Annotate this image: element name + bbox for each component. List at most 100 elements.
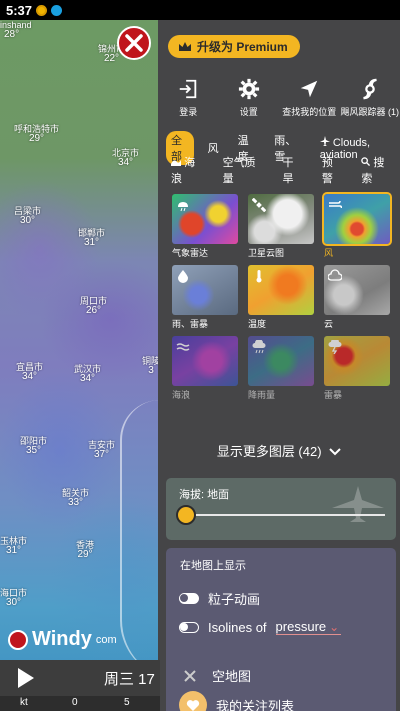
particles-row[interactable]: 粒子动画 <box>179 589 260 608</box>
altitude-panel: 海拔: 地面 <box>166 478 396 540</box>
city-label: 周口市 26° <box>80 296 108 316</box>
empty-map-label: 空地图 <box>212 669 252 684</box>
notification-icon <box>36 4 48 16</box>
isolines-toggle[interactable] <box>179 621 199 633</box>
layer-label: 气象雷达 <box>172 248 209 258</box>
layer-thumbnail <box>324 336 390 386</box>
layer-waves[interactable]: 海浪 <box>172 336 238 400</box>
layer-clouds[interactable]: 云 <box>324 265 390 329</box>
color-scale: kt 0 5 <box>0 696 160 711</box>
layer-temperature[interactable]: 温度 <box>248 265 314 329</box>
status-bar: 5:37 <box>0 0 400 20</box>
city-label: 香港 29° <box>76 540 95 560</box>
show-more-layers-label: 显示更多图层 (42) <box>216 444 322 459</box>
city-label: 邵阳市 35° <box>20 436 48 456</box>
search-icon <box>361 157 371 167</box>
windy-logo-suffix: com <box>95 633 117 646</box>
layer-thumbnail <box>172 265 238 315</box>
city-label: 武汉市 34° <box>74 364 102 384</box>
layer-label: 风 <box>324 248 334 258</box>
weather-map[interactable]: inshand 28° 锦州市 22° 呼和浩特市 29° 北京市 34° 吕梁市 30°… <box>0 20 160 711</box>
favorites-label: 我的关注列表 <box>216 698 295 711</box>
layer-wind[interactable]: 风 <box>322 192 392 258</box>
isolines-select[interactable]: pressure ⌄ <box>275 619 342 635</box>
layer-label: 卫星云图 <box>248 248 285 258</box>
windy-logo: Windy com <box>8 628 117 651</box>
city-label: 海口市 30° <box>0 588 28 608</box>
filter-warnings[interactable]: 预警 <box>317 153 347 187</box>
altitude-slider-track[interactable] <box>182 514 385 516</box>
layer-thumbnail <box>322 192 392 246</box>
find-location-label: 查找我的位置 <box>282 107 337 117</box>
play-button[interactable] <box>18 668 34 688</box>
premium-label: 升级为 Premium <box>197 40 288 54</box>
login-label: 登录 <box>179 107 198 117</box>
empty-map-row[interactable]: 空地图 <box>179 666 251 685</box>
layers-menu: 升级为 Premium 登录 设置 查找我的位置 飓风跟踪器 (1) 全部 风 … <box>158 20 400 711</box>
timeline-bar: 周三 17 <box>0 660 160 696</box>
layer-label: 云 <box>324 319 334 329</box>
layer-thumbnail <box>248 265 314 315</box>
isolines-row[interactable]: Isolines of pressure ⌄ <box>179 619 342 635</box>
premium-button[interactable]: 升级为 Premium <box>168 35 300 58</box>
layer-label: 雷暴 <box>324 390 343 400</box>
hurricane-tracker-label: 飓风跟踪器 (1) <box>340 107 399 117</box>
close-icon <box>184 669 196 682</box>
layer-label: 温度 <box>248 319 267 329</box>
hurricane-tracker-button[interactable]: 飓风跟踪器 (1) <box>340 78 400 118</box>
timeline-day[interactable]: 周三 17 <box>104 668 155 689</box>
chevron-down-icon: ⌄ <box>329 620 340 634</box>
gear-icon <box>238 78 259 100</box>
filter-search[interactable]: 搜索 <box>356 153 398 187</box>
city-label: 韶关市 33° <box>62 488 90 508</box>
city-label: 宜昌市 34° <box>16 362 44 382</box>
particles-label: 粒子动画 <box>208 592 261 607</box>
layer-rain-thunder[interactable]: 雨、雷暴 <box>172 265 238 329</box>
city-label: 邯郸市 31° <box>78 228 106 248</box>
filter-air-quality[interactable]: 空气质量 <box>218 153 269 187</box>
city-label: inshand 28° <box>0 20 32 40</box>
login-button[interactable]: 登录 <box>158 78 219 118</box>
layer-grid: 气象雷达 卫星云图 风 雨、雷暴 温度 云 海浪 降雨量 雷暴 <box>172 192 394 400</box>
layer-rain-accumulation[interactable]: 降雨量 <box>248 336 314 400</box>
isolines-value: pressure <box>275 619 327 634</box>
waves-icon <box>176 343 190 351</box>
settings-button[interactable]: 设置 <box>219 78 280 118</box>
chevron-down-icon <box>329 448 341 456</box>
wave-icon <box>171 160 181 166</box>
find-location-button[interactable]: 查找我的位置 <box>279 78 340 118</box>
show-on-map-panel: 在地图上显示 粒子动画 Isolines of pressure ⌄ 空地图 我的… <box>166 548 396 711</box>
filter-drought[interactable]: 干旱 <box>277 153 307 187</box>
show-more-layers-button[interactable]: 显示更多图层 (42) <box>158 441 400 460</box>
scale-unit: kt <box>20 697 28 708</box>
show-on-map-title: 在地图上显示 <box>180 560 246 572</box>
windy-logo-icon <box>8 629 28 650</box>
layer-thunderstorms[interactable]: 雷暴 <box>324 336 390 400</box>
particles-toggle[interactable] <box>179 593 199 604</box>
thunderstorm-icon <box>328 340 342 354</box>
layer-label: 雨、雷暴 <box>172 319 209 329</box>
raindrop-icon <box>178 270 188 283</box>
favorites-row[interactable]: 我的关注列表 <box>179 691 294 711</box>
layer-label: 降雨量 <box>248 390 276 400</box>
location-arrow-icon <box>301 80 318 98</box>
close-button[interactable] <box>117 26 151 60</box>
altitude-label: 海拔: 地面 <box>179 489 230 501</box>
layer-thumbnail <box>248 336 314 386</box>
status-time: 5:37 <box>6 2 33 18</box>
close-icon <box>125 34 143 52</box>
layer-label: 海浪 <box>172 390 191 400</box>
layer-thumbnail <box>248 194 314 244</box>
plane-icon <box>319 135 330 146</box>
layer-thumbnail <box>172 194 238 244</box>
altitude-slider-handle[interactable] <box>176 505 196 525</box>
layer-thumbnail <box>324 265 390 315</box>
crown-icon <box>179 42 191 51</box>
filter-waves[interactable]: 海浪 <box>166 153 209 187</box>
hurricane-icon <box>363 78 377 100</box>
scale-tick: 0 <box>72 697 78 708</box>
layer-radar[interactable]: 气象雷达 <box>172 194 238 258</box>
login-icon <box>180 79 197 99</box>
layer-satellite[interactable]: 卫星云图 <box>248 194 314 258</box>
cloud-icon <box>328 269 342 281</box>
